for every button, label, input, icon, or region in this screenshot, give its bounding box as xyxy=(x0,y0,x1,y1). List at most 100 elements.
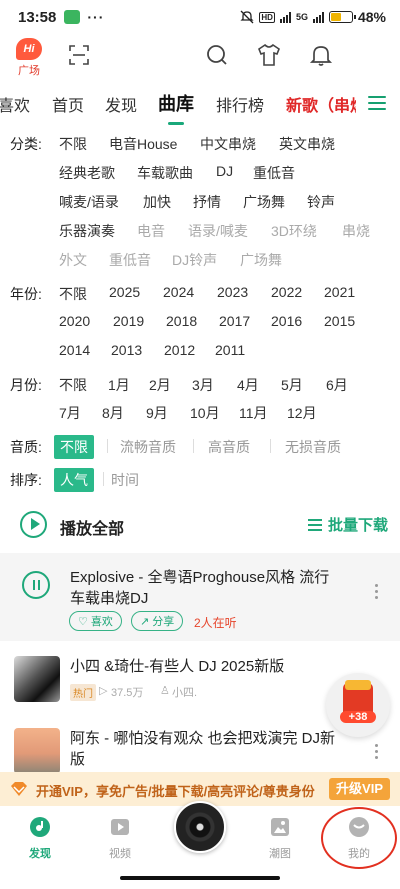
hot-badge: 热门 xyxy=(70,684,96,701)
month-option[interactable]: 3月 xyxy=(192,375,214,395)
song-cover-image xyxy=(14,656,60,702)
pause-icon[interactable] xyxy=(22,571,50,599)
skin-shirt-icon[interactable] xyxy=(256,42,282,68)
now-playing-disc[interactable] xyxy=(174,801,226,853)
category-option[interactable]: 加快 xyxy=(143,192,171,212)
year-option[interactable]: 2022 xyxy=(271,284,302,300)
quality-option[interactable]: 高音质 xyxy=(208,437,250,457)
category-option[interactable]: 乐器演奏 xyxy=(59,221,115,241)
upgrade-vip-button[interactable]: 升级VIP xyxy=(329,778,390,800)
play-count: 37.5万 xyxy=(111,687,144,699)
song-cover-image xyxy=(14,728,60,774)
tab-home[interactable]: 首页 xyxy=(52,92,84,116)
category-option[interactable]: DJ铃声 xyxy=(172,250,217,270)
year-option[interactable]: 2011 xyxy=(215,342,245,358)
home-indicator[interactable] xyxy=(120,876,280,880)
category-option[interactable]: 车载歌曲 xyxy=(137,163,193,183)
category-option[interactable]: 语录/喊麦 xyxy=(188,221,248,241)
month-label: 月份: xyxy=(10,377,42,393)
month-option[interactable]: 5月 xyxy=(281,375,303,395)
category-option[interactable]: 串烧 xyxy=(342,221,370,241)
like-label: 喜欢 xyxy=(90,616,113,628)
category-option[interactable]: 广场舞 xyxy=(240,250,282,270)
year-option[interactable]: 2020 xyxy=(59,313,90,329)
quality-option-selected[interactable]: 不限 xyxy=(54,435,94,459)
more-options-icon[interactable] xyxy=(375,744,379,762)
nav-discover[interactable]: 发现 xyxy=(15,816,65,861)
category-option[interactable]: 抒情 xyxy=(193,192,221,212)
play-all-button[interactable]: 播放全部 xyxy=(60,515,124,539)
category-option[interactable]: DJ xyxy=(216,163,233,179)
sort-option-selected[interactable]: 人气 xyxy=(54,468,94,492)
tab-new-songs[interactable]: 新歌（串烧 xyxy=(286,92,356,116)
year-option[interactable]: 不限 xyxy=(59,284,87,304)
month-option[interactable]: 4月 xyxy=(237,375,259,395)
category-option[interactable]: 重低音 xyxy=(109,250,151,270)
year-option[interactable]: 2023 xyxy=(217,284,248,300)
year-option[interactable]: 2012 xyxy=(164,342,195,358)
song-row-playing[interactable]: Explosive - 全粤语Proghouse风格 流行 车载串烧DJ ♡ 喜… xyxy=(0,553,400,641)
category-option[interactable]: 广场舞 xyxy=(243,192,285,212)
category-option[interactable]: 3D环绕 xyxy=(271,221,317,241)
month-option[interactable]: 1月 xyxy=(108,375,130,395)
year-option[interactable]: 2024 xyxy=(163,284,194,300)
more-options-icon[interactable] xyxy=(375,584,379,602)
share-button[interactable]: ↗ 分享 xyxy=(131,611,184,631)
year-option[interactable]: 2017 xyxy=(219,313,250,329)
year-option[interactable]: 2016 xyxy=(271,313,302,329)
song-title-line: 车载串烧DJ xyxy=(70,590,149,607)
year-option[interactable]: 2014 xyxy=(59,342,90,358)
like-button[interactable]: ♡ 喜欢 xyxy=(69,611,122,631)
batch-download-button[interactable]: 批量下载 xyxy=(307,514,388,535)
status-time: 13:58 xyxy=(18,8,57,26)
red-packet-float-button[interactable]: +38 xyxy=(326,673,390,737)
plaza-button[interactable]: Hi 广场 xyxy=(14,38,44,78)
sort-option[interactable]: 时间 xyxy=(111,470,139,490)
year-option[interactable]: 2013 xyxy=(111,342,142,358)
category-option[interactable]: 铃声 xyxy=(307,192,335,212)
quality-option[interactable]: 流畅音质 xyxy=(120,437,176,457)
category-option[interactable]: 英文串烧 xyxy=(279,134,335,154)
category-option[interactable]: 电音House xyxy=(109,134,177,154)
month-option[interactable]: 2月 xyxy=(149,375,171,395)
category-option[interactable]: 外文 xyxy=(59,250,87,270)
year-option[interactable]: 2021 xyxy=(324,284,355,300)
month-option[interactable]: 7月 xyxy=(59,403,81,423)
song-title-line: 阿东 - 哪怕没有观众 也会把戏演完 DJ新 xyxy=(70,730,335,747)
year-row-1: 年份: 不限 2025 2024 2023 2022 2021 xyxy=(0,284,400,306)
year-row-2: 2020 2019 2018 2017 2016 2015 xyxy=(0,313,400,335)
diamond-icon xyxy=(11,782,27,796)
month-option[interactable]: 12月 xyxy=(287,403,317,423)
month-option[interactable]: 6月 xyxy=(326,375,348,395)
category-option[interactable]: 经典老歌 xyxy=(59,163,115,183)
year-option[interactable]: 2015 xyxy=(324,313,355,329)
nav-images[interactable]: 潮图 xyxy=(255,816,305,861)
category-option[interactable]: 喊麦/语录 xyxy=(59,192,119,212)
month-option[interactable]: 8月 xyxy=(102,403,124,423)
category-option[interactable]: 电音 xyxy=(137,221,165,241)
scan-icon[interactable] xyxy=(66,42,92,68)
year-option[interactable]: 2019 xyxy=(113,313,144,329)
quality-option[interactable]: 无损音质 xyxy=(285,437,341,457)
tab-favorites[interactable]: 喜欢 xyxy=(0,92,30,116)
year-option[interactable]: 2018 xyxy=(166,313,197,329)
category-option[interactable]: 不限 xyxy=(59,134,87,154)
tab-discover[interactable]: 发现 xyxy=(105,92,137,116)
month-option[interactable]: 10月 xyxy=(190,403,220,423)
category-option[interactable]: 重低音 xyxy=(253,163,295,183)
status-bar: 13:58 ··· HD 5G 48% xyxy=(0,0,400,34)
tab-library[interactable]: 曲库 xyxy=(158,90,194,116)
play-all-bar: 播放全部 批量下载 xyxy=(0,505,400,545)
month-option[interactable]: 9月 xyxy=(146,403,168,423)
month-option[interactable]: 不限 xyxy=(59,375,87,395)
year-option[interactable]: 2025 xyxy=(109,284,140,300)
category-row-5: 外文 重低音 DJ铃声 广场舞 xyxy=(0,250,400,272)
category-option[interactable]: 中文串烧 xyxy=(200,134,256,154)
tab-charts[interactable]: 排行榜 xyxy=(216,92,264,116)
nav-video[interactable]: 视频 xyxy=(95,816,145,861)
month-option[interactable]: 11月 xyxy=(239,403,268,423)
play-all-icon[interactable] xyxy=(20,511,47,538)
notification-bell-icon[interactable] xyxy=(308,42,334,68)
menu-icon[interactable] xyxy=(368,96,386,114)
search-icon[interactable] xyxy=(204,42,230,68)
